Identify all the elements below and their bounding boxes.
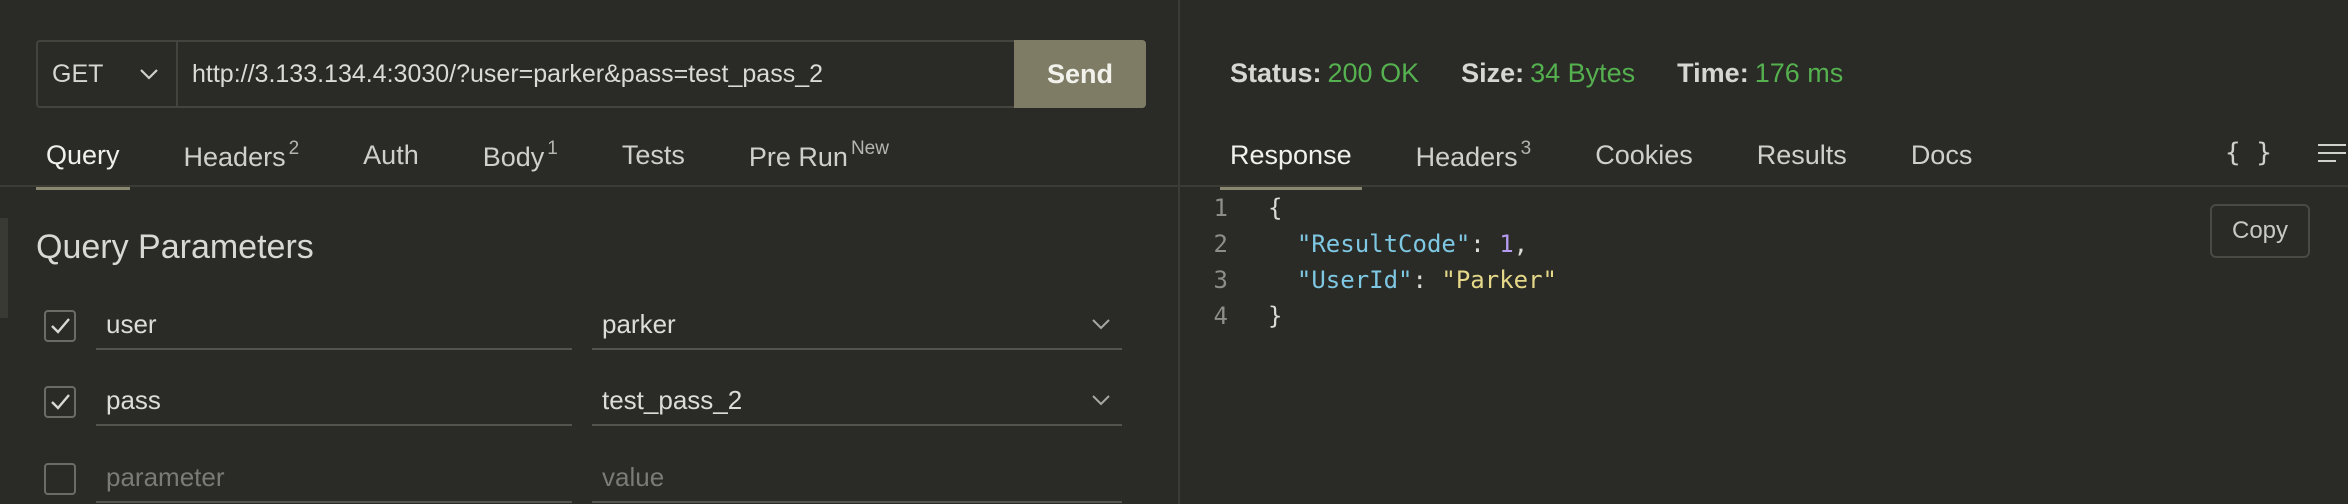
response-tabs: Response Headers 3 Cookies Results Docs <box>1220 138 2026 190</box>
param-value-text: parker <box>602 308 676 339</box>
method-select[interactable]: GET <box>38 42 178 106</box>
code-line: 1 { <box>1180 190 1557 226</box>
tab-label: Headers <box>1415 142 1518 172</box>
size-value: 34 Bytes <box>1530 58 1636 88</box>
param-key-input[interactable]: user <box>96 300 572 350</box>
param-row-new: parameter value <box>44 453 1124 504</box>
response-body: 1 { 2 "ResultCode": 1, 3 "UserId": "Park… <box>1180 190 1557 334</box>
json-sep: : <box>1412 266 1442 294</box>
tab-results[interactable]: Results <box>1747 140 1857 190</box>
response-status-bar: Status: 200 OK Size: 34 Bytes Time: 176 ms <box>1230 58 1885 89</box>
braces-icon[interactable]: { } <box>2225 138 2272 168</box>
copy-button[interactable]: Copy <box>2210 204 2310 258</box>
tab-label: Response <box>1230 140 1352 170</box>
param-row: user parker <box>44 300 1124 358</box>
tab-label: Cookies <box>1595 140 1693 170</box>
chevron-down-icon <box>140 69 158 80</box>
check-icon <box>51 394 70 410</box>
tab-cookies[interactable]: Cookies <box>1585 140 1703 190</box>
check-icon <box>51 318 70 334</box>
tabs-divider <box>1180 185 2348 187</box>
tab-tests[interactable]: Tests <box>612 140 695 190</box>
json-number: 1 <box>1499 230 1514 258</box>
response-panel: Status: 200 OK Size: 34 Bytes Time: 176 ms … <box>1180 0 2348 504</box>
param-key-input[interactable]: parameter <box>96 453 572 503</box>
url-input[interactable]: http://3.133.134.4:3030/?user=parker&pas… <box>178 42 1014 106</box>
param-value-text: test_pass_2 <box>602 384 743 415</box>
line-number: 4 <box>1213 302 1228 330</box>
section-title: Query Parameters <box>36 228 314 266</box>
tab-body[interactable]: Body 1 <box>473 138 568 190</box>
code-line: 2 "ResultCode": 1, <box>1180 226 1557 262</box>
tab-headers[interactable]: Headers 2 <box>174 138 310 190</box>
time-value: 176 ms <box>1754 58 1844 88</box>
param-value-input[interactable]: value <box>592 453 1122 503</box>
code-text: } <box>1268 302 1283 330</box>
side-handle <box>0 218 8 318</box>
tab-label: Pre Run <box>748 142 848 172</box>
code-line: 4 } <box>1180 298 1557 334</box>
status-label: Status: <box>1230 58 1322 88</box>
tabs-divider <box>0 185 1178 187</box>
tab-query[interactable]: Query <box>36 140 130 190</box>
param-value-input[interactable]: parker <box>592 300 1122 350</box>
json-sep: : <box>1470 230 1500 258</box>
json-string: "Parker" <box>1441 266 1557 294</box>
request-panel: GET http://3.133.134.4:3030/?user=parker… <box>0 0 1178 504</box>
tab-badge: 3 <box>1520 138 1532 159</box>
param-value-input[interactable]: test_pass_2 <box>592 376 1122 426</box>
size-label: Size: <box>1461 58 1525 88</box>
tab-badge: 2 <box>288 138 300 159</box>
code-text: "ResultCode": 1, <box>1268 230 1528 258</box>
tab-label: Headers <box>183 142 286 172</box>
status-group: Status: 200 OK <box>1230 58 1419 89</box>
tab-auth[interactable]: Auth <box>353 140 429 190</box>
status-value: 200 OK <box>1327 58 1420 88</box>
send-button[interactable]: Send <box>1014 40 1146 108</box>
tab-label: Docs <box>1910 140 1973 170</box>
response-tools: { } <box>2225 138 2348 168</box>
param-key-input[interactable]: pass <box>96 376 572 426</box>
code-line: 3 "UserId": "Parker" <box>1180 262 1557 298</box>
json-trail: , <box>1513 230 1529 258</box>
time-label: Time: <box>1677 58 1749 88</box>
tab-pre-run[interactable]: Pre Run New <box>739 138 899 190</box>
chevron-down-icon[interactable] <box>1088 311 1114 337</box>
chevron-down-icon[interactable] <box>1088 387 1114 413</box>
line-number: 2 <box>1213 230 1228 258</box>
code-text: "UserId": "Parker" <box>1268 266 1557 294</box>
line-number: 1 <box>1213 194 1228 222</box>
tab-badge: New <box>850 138 889 159</box>
time-group: Time: 176 ms <box>1677 58 1843 89</box>
tab-label: Tests <box>621 140 685 170</box>
method-value: GET <box>52 59 104 88</box>
tab-label: Query <box>46 140 120 170</box>
tab-label: Auth <box>363 140 419 170</box>
json-key: "ResultCode" <box>1296 230 1471 258</box>
tab-response-headers[interactable]: Headers 3 <box>1406 138 1542 190</box>
json-key: "UserId" <box>1296 266 1413 294</box>
param-checkbox[interactable] <box>44 386 76 418</box>
request-tabs: Query Headers 2 Auth Body 1 Tests Pre Run N… <box>36 138 943 190</box>
tab-response[interactable]: Response <box>1220 140 1362 190</box>
param-checkbox[interactable] <box>44 463 76 495</box>
tab-label: Body <box>482 142 545 172</box>
param-checkbox[interactable] <box>44 310 76 342</box>
menu-lines-icon[interactable] <box>2316 140 2348 166</box>
code-text: { <box>1268 194 1283 222</box>
tab-badge: 1 <box>547 138 558 159</box>
tab-docs[interactable]: Docs <box>1901 140 1983 190</box>
size-group: Size: 34 Bytes <box>1461 58 1635 89</box>
url-bar: GET http://3.133.134.4:3030/?user=parker… <box>36 40 1146 108</box>
line-number: 3 <box>1213 266 1228 294</box>
param-row: pass test_pass_2 <box>44 376 1124 434</box>
tab-label: Results <box>1756 140 1847 170</box>
